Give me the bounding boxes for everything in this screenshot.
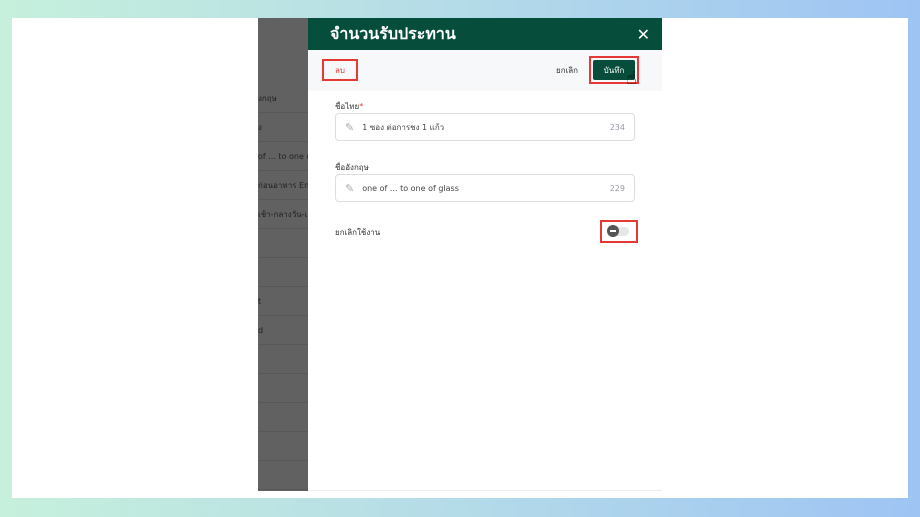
modal-title: จำนวนรับประทาน bbox=[330, 23, 456, 43]
background-row bbox=[258, 432, 308, 461]
disable-toggle[interactable] bbox=[607, 225, 629, 237]
app-frame: งกฤษงof ... to one ofก่อนอาหาร Enเช้า-กล… bbox=[12, 18, 908, 498]
modal-toolbar: ลบ ยกเลิก บันทึก ☝ bbox=[308, 50, 662, 91]
toggle-highlight bbox=[600, 220, 638, 243]
toggle-label: ยกเลิกใช้งาน bbox=[335, 228, 381, 237]
background-row bbox=[258, 461, 308, 490]
pencil-icon: ✎ bbox=[345, 181, 355, 195]
background-row: งกฤษ bbox=[258, 84, 308, 113]
english-name-input[interactable]: ✎ one of ... to one of glass 229 bbox=[335, 174, 635, 202]
background-row: ก่อนอาหาร En bbox=[258, 171, 308, 200]
background-row bbox=[258, 403, 308, 432]
char-count: 234 bbox=[609, 122, 625, 132]
background-row bbox=[258, 258, 308, 287]
modal-dialog: จำนวนรับประทาน ✕ ลบ ยกเลิก บันทึก ☝ ชื่อ… bbox=[308, 18, 662, 491]
toggle-knob bbox=[607, 225, 619, 237]
background-row bbox=[258, 345, 308, 374]
background-row bbox=[258, 374, 308, 403]
char-count: 229 bbox=[609, 183, 625, 193]
background-row bbox=[258, 229, 308, 258]
field-value: 1 ซอง ต่อการชง 1 แก้ว bbox=[362, 122, 445, 132]
delete-button[interactable]: ลบ bbox=[322, 59, 358, 81]
background-list: งกฤษงof ... to one ofก่อนอาหาร Enเช้า-กล… bbox=[258, 18, 308, 491]
close-icon[interactable]: ✕ bbox=[637, 25, 650, 44]
label-text: ชื่อไทย bbox=[335, 102, 360, 111]
background-row: เช้า-กลางวัน-เ bbox=[258, 200, 308, 229]
hand-pointer-icon: ☝ bbox=[626, 68, 637, 89]
thai-name-input[interactable]: ✎ 1 ซอง ต่อการชง 1 แก้ว 234 bbox=[335, 113, 635, 141]
pencil-icon: ✎ bbox=[345, 120, 355, 134]
thai-name-label: ชื่อไทย* bbox=[335, 100, 363, 113]
required-marker: * bbox=[359, 102, 364, 111]
background-row: ง bbox=[258, 113, 308, 142]
background-row: d bbox=[258, 316, 308, 345]
field-value: one of ... to one of glass bbox=[362, 183, 459, 193]
background-row: of ... to one of bbox=[258, 142, 308, 171]
modal-header: จำนวนรับประทาน ✕ bbox=[308, 18, 662, 50]
cancel-button[interactable]: ยกเลิก bbox=[556, 64, 578, 77]
english-name-label: ชื่ออังกฤษ bbox=[335, 163, 369, 172]
background-row: t bbox=[258, 287, 308, 316]
